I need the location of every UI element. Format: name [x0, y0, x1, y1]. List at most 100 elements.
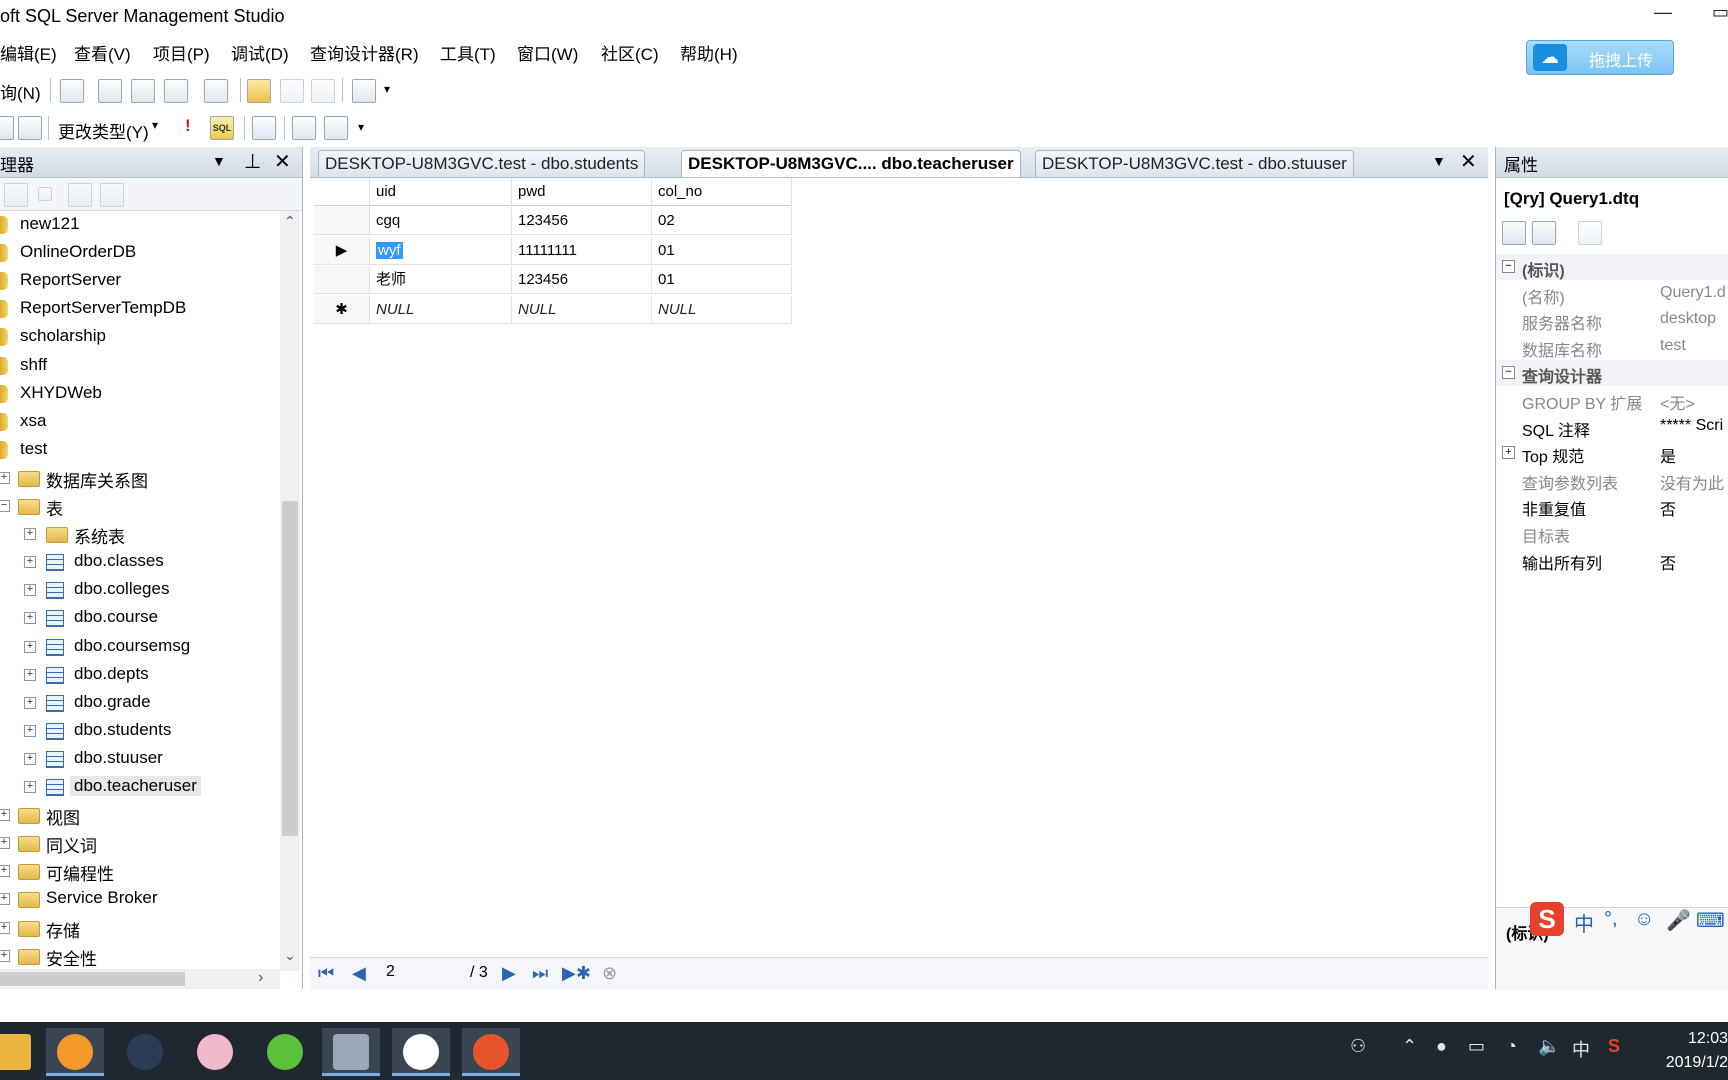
property-value[interactable]: test: [1660, 337, 1686, 355]
property-row[interactable]: GROUP BY 扩展 <无>: [1496, 387, 1728, 413]
grid-cell[interactable]: 01: [652, 266, 792, 294]
show-criteria-icon[interactable]: [18, 116, 42, 140]
expand-icon[interactable]: +: [0, 809, 10, 822]
tree-item[interactable]: + dbo.coursemsg: [0, 634, 280, 660]
row-header[interactable]: [314, 207, 370, 235]
tree-item[interactable]: OnlineOrderDB: [0, 240, 280, 266]
property-pages-icon[interactable]: [1578, 221, 1602, 245]
menu-debug[interactable]: 调试(D): [231, 40, 289, 65]
refresh-icon[interactable]: [100, 183, 124, 207]
tray-expand-icon[interactable]: ⌃: [1402, 1036, 1417, 1057]
change-type-arrow-icon[interactable]: ▾: [152, 118, 158, 132]
new-query-button[interactable]: 询(N): [0, 79, 41, 104]
menu-view[interactable]: 查看(V): [74, 40, 131, 65]
taskbar-app-5[interactable]: [462, 1028, 520, 1076]
wifi-icon[interactable]: ◔: [1506, 1036, 1517, 1057]
minimize-button[interactable]: —: [1654, 2, 1672, 23]
grid-cell[interactable]: NULL: [512, 295, 652, 324]
collapse-icon[interactable]: −: [0, 500, 10, 512]
current-row-indicator[interactable]: ▶: [314, 236, 370, 265]
grid-cell[interactable]: 老师: [370, 266, 512, 294]
tree-item[interactable]: ReportServer: [0, 268, 280, 294]
expand-icon[interactable]: +: [0, 949, 10, 962]
add-table-icon[interactable]: [292, 116, 316, 140]
taskbar-ssms[interactable]: [322, 1028, 380, 1076]
execute-sql-icon[interactable]: !: [185, 116, 191, 136]
open-folder-icon[interactable]: [247, 79, 271, 103]
menu-community[interactable]: 社区(C): [601, 40, 659, 65]
tree-item[interactable]: − 表: [0, 493, 280, 519]
expand-icon[interactable]: +: [24, 781, 36, 793]
tab-stuuser[interactable]: DESKTOP-U8M3GVC.test - dbo.stuuser: [1035, 150, 1354, 177]
grid-cell[interactable]: NULL: [370, 295, 512, 324]
new-file-icon[interactable]: [60, 79, 84, 103]
tree-item[interactable]: scholarship: [0, 324, 280, 350]
print-icon[interactable]: [311, 79, 335, 103]
ime-emoji-icon[interactable]: ☺: [1634, 908, 1654, 931]
column-header-pwd[interactable]: pwd: [512, 178, 652, 206]
expand-icon[interactable]: +: [0, 837, 10, 850]
qq-tray-icon[interactable]: ●: [1436, 1036, 1447, 1057]
xmla-query-icon[interactable]: [164, 79, 188, 103]
scroll-right-icon[interactable]: ›: [258, 969, 263, 987]
tree-item[interactable]: + dbo.depts: [0, 662, 280, 688]
toolbar-overflow-icon[interactable]: ▾: [384, 82, 390, 96]
ime-language-toggle[interactable]: 中: [1574, 908, 1594, 937]
property-row[interactable]: 查询参数列表 没有为此: [1496, 467, 1728, 493]
property-row[interactable]: 非重复值 否: [1496, 493, 1728, 519]
change-type-dropdown[interactable]: 更改类型(Y): [58, 118, 149, 143]
property-category[interactable]: − (标识): [1496, 254, 1728, 280]
verify-sql-icon[interactable]: SQL: [210, 116, 234, 140]
expand-icon[interactable]: +: [1502, 446, 1515, 460]
expand-icon[interactable]: +: [24, 556, 36, 569]
taskbar-app-1[interactable]: [46, 1028, 104, 1076]
grid-cell[interactable]: cgq: [370, 207, 512, 235]
expand-icon[interactable]: +: [24, 752, 36, 765]
grid-corner-cell[interactable]: [314, 178, 370, 206]
tree-vertical-scrollbar[interactable]: ⌃ ⌄: [280, 211, 300, 971]
add-derived-table-icon[interactable]: [324, 116, 348, 140]
hscrollbar-thumb[interactable]: [0, 972, 185, 986]
stop-execution-icon[interactable]: ⊗: [602, 963, 617, 984]
group-by-icon[interactable]: [252, 116, 276, 140]
upload-button[interactable]: ☁ 拖拽上传: [1526, 40, 1674, 75]
scrollbar-thumb[interactable]: [282, 501, 298, 836]
expand-icon[interactable]: +: [24, 612, 36, 625]
dmx-query-icon[interactable]: [131, 79, 155, 103]
expand-icon[interactable]: +: [24, 668, 36, 681]
alphabetical-sort-icon[interactable]: [1532, 221, 1556, 245]
tree-item[interactable]: shff: [0, 353, 280, 379]
input-language-indicator[interactable]: 中: [1572, 1036, 1590, 1062]
clock[interactable]: 12:03 2019/1/2: [1656, 1030, 1728, 1072]
property-category[interactable]: − 查询设计器: [1496, 360, 1728, 387]
scroll-up-icon[interactable]: ⌃: [284, 213, 296, 230]
expand-icon[interactable]: +: [24, 724, 36, 737]
taskbar-file-explorer[interactable]: [0, 1028, 42, 1076]
property-value[interactable]: ***** Scri: [1660, 417, 1723, 435]
tree-item[interactable]: + 同义词: [0, 830, 280, 856]
tree-item[interactable]: test: [0, 437, 280, 463]
property-value[interactable]: Query1.d: [1660, 284, 1726, 302]
close-tab-icon[interactable]: ✕: [1460, 149, 1477, 174]
property-value[interactable]: 是: [1660, 443, 1676, 467]
column-header-uid[interactable]: uid: [370, 178, 512, 206]
categorized-icon[interactable]: [1502, 221, 1526, 245]
activity-monitor-icon[interactable]: [352, 79, 376, 103]
tree-item[interactable]: + 数据库关系图: [0, 465, 280, 491]
property-row[interactable]: 服务器名称 desktop: [1496, 307, 1728, 333]
tab-list-dropdown-icon[interactable]: ▼: [1432, 153, 1446, 169]
current-record-input[interactable]: 2: [386, 963, 466, 981]
expand-icon[interactable]: +: [24, 696, 36, 709]
tree-item[interactable]: + 视图: [0, 802, 280, 828]
grid-cell[interactable]: 02: [652, 207, 792, 235]
tree-item[interactable]: ReportServerTempDB: [0, 296, 280, 322]
row-header[interactable]: [314, 266, 370, 294]
tree-item[interactable]: + 系统表: [0, 521, 280, 547]
property-row[interactable]: + Top 规范 是: [1496, 440, 1728, 466]
scroll-down-icon[interactable]: ⌄: [284, 947, 296, 964]
restore-button[interactable]: ▭: [1712, 2, 1728, 23]
connect-icon[interactable]: [4, 183, 28, 207]
grid-cell[interactable]: 123456: [512, 207, 652, 235]
menu-window[interactable]: 窗口(W): [517, 40, 578, 65]
toolbar2-overflow-icon[interactable]: ▾: [358, 120, 364, 134]
